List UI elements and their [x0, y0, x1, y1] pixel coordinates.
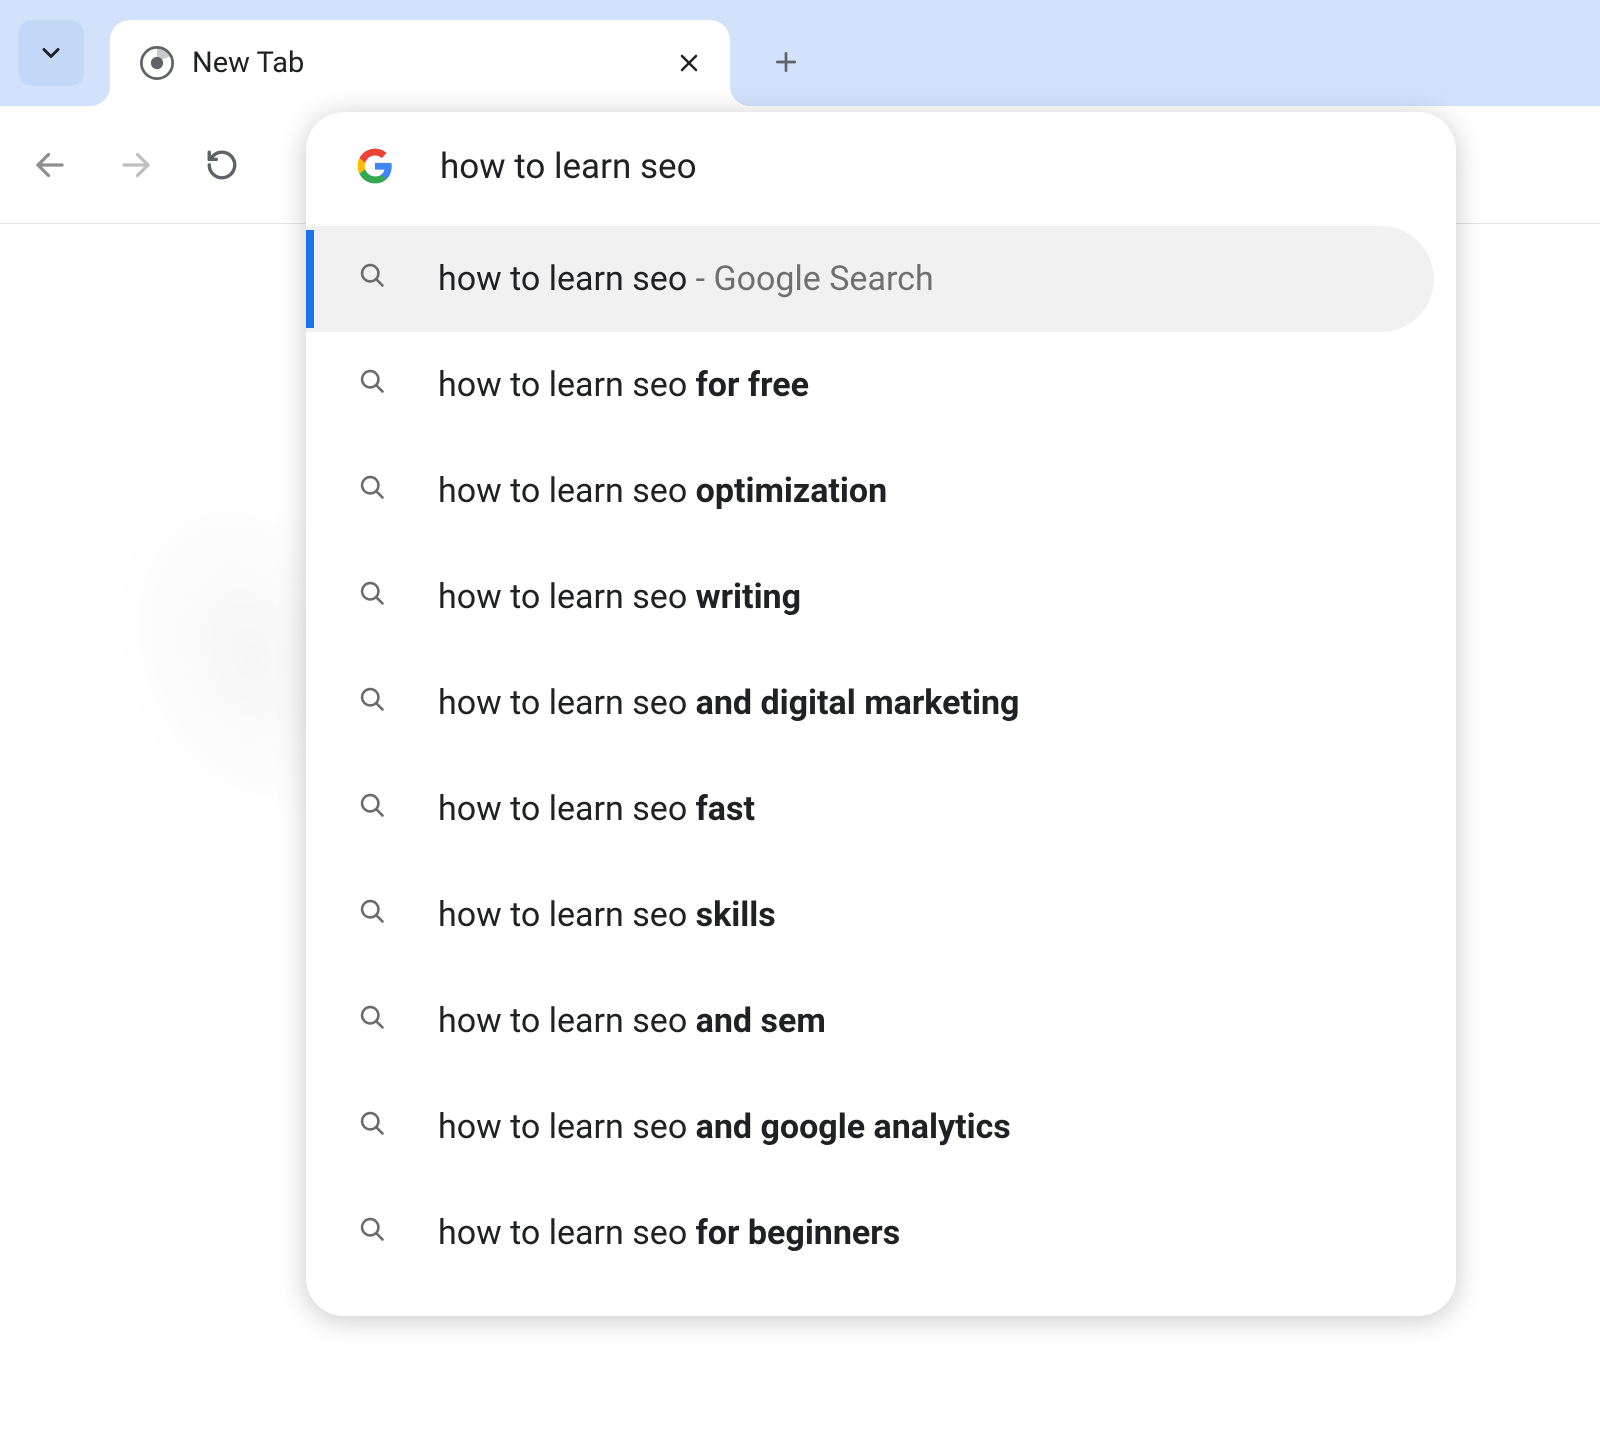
search-icon [358, 261, 394, 297]
suggestion-text: how to learn seo writing [438, 577, 801, 617]
omnibox-dropdown: how to learn seo - Google Search how to l… [306, 112, 1456, 1316]
search-icon [358, 791, 394, 827]
reload-icon [205, 148, 239, 182]
plus-icon [773, 49, 799, 75]
close-icon [677, 51, 701, 75]
suggestion-text: how to learn seo - Google Search [438, 259, 934, 299]
search-icon [358, 897, 394, 933]
search-icon [358, 473, 394, 509]
suggestion-item[interactable]: how to learn seo and digital marketing [306, 650, 1434, 756]
arrow-left-icon [32, 147, 68, 183]
suggestion-item[interactable]: how to learn seo - Google Search [306, 226, 1434, 332]
suggestion-text: how to learn seo skills [438, 895, 776, 935]
search-icon [358, 367, 394, 403]
suggestion-item[interactable]: how to learn seo for beginners [306, 1180, 1434, 1286]
suggestion-text: how to learn seo optimization [438, 471, 887, 511]
tab-close-button[interactable] [672, 46, 706, 80]
suggestion-text: how to learn seo and sem [438, 1001, 826, 1041]
reload-button[interactable] [192, 135, 252, 195]
suggestion-text: how to learn seo for free [438, 365, 809, 405]
google-g-icon [356, 147, 394, 185]
suggestion-item[interactable]: how to learn seo optimization [306, 438, 1434, 544]
tab-title: New Tab [192, 46, 672, 80]
suggestion-item[interactable]: how to learn seo skills [306, 862, 1434, 968]
suggestion-item[interactable]: how to learn seo and google analytics [306, 1074, 1434, 1180]
search-icon [358, 685, 394, 721]
suggestion-item[interactable]: how to learn seo for free [306, 332, 1434, 438]
browser-tab[interactable]: New Tab [110, 20, 730, 106]
suggestion-text: how to learn seo and google analytics [438, 1107, 1011, 1147]
suggestion-item[interactable]: how to learn seo fast [306, 756, 1434, 862]
suggestion-text: how to learn seo fast [438, 789, 755, 829]
suggestions-list: how to learn seo - Google Search how to l… [306, 220, 1456, 1286]
new-tab-button[interactable] [760, 36, 812, 88]
chrome-favicon-icon [140, 46, 174, 80]
suggestion-item[interactable]: how to learn seo and sem [306, 968, 1434, 1074]
back-button[interactable] [20, 135, 80, 195]
suggestion-text: how to learn seo and digital marketing [438, 683, 1019, 723]
omnibox-input-row [306, 112, 1456, 220]
omnibox-input[interactable] [440, 146, 1416, 187]
forward-button[interactable] [106, 135, 166, 195]
tab-strip: New Tab [0, 0, 1600, 106]
search-icon [358, 1003, 394, 1039]
search-tabs-button[interactable] [18, 20, 84, 86]
search-icon [358, 579, 394, 615]
chevron-down-icon [37, 39, 65, 67]
suggestion-item[interactable]: how to learn seo writing [306, 544, 1434, 650]
suggestion-text: how to learn seo for beginners [438, 1213, 900, 1253]
search-icon [358, 1215, 394, 1251]
arrow-right-icon [118, 147, 154, 183]
search-icon [358, 1109, 394, 1145]
